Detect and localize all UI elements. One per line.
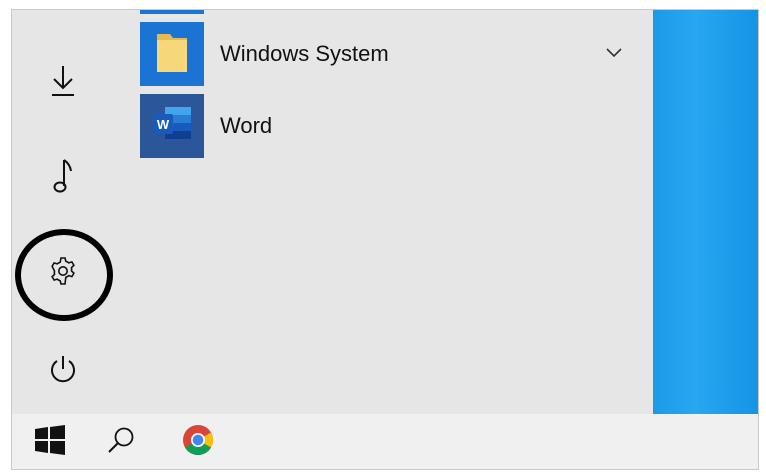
windows-system-tile	[140, 22, 204, 86]
app-item-word[interactable]: W Word	[140, 94, 640, 158]
taskbar	[12, 414, 758, 469]
power-icon	[48, 354, 78, 384]
app-item-windows-system[interactable]: Windows System	[140, 22, 640, 86]
power-button[interactable]	[32, 338, 94, 400]
expand-chevron-button[interactable]	[600, 40, 628, 68]
music-note-icon	[52, 158, 74, 194]
word-icon: W	[149, 104, 195, 149]
folder-icon	[154, 30, 190, 79]
previous-app-tile-edge	[140, 10, 204, 14]
chrome-icon	[182, 424, 214, 461]
search-icon	[106, 425, 136, 460]
gear-icon	[48, 256, 78, 286]
windows-logo-icon	[33, 424, 67, 461]
app-label: Windows System	[220, 41, 389, 66]
music-button[interactable]	[32, 145, 94, 207]
word-tile: W	[140, 94, 204, 158]
start-menu: Windows System W Word	[12, 10, 653, 414]
app-label: Word	[220, 113, 273, 138]
settings-button[interactable]	[32, 240, 94, 302]
chevron-down-icon	[606, 45, 622, 63]
svg-text:W: W	[157, 117, 170, 132]
chrome-button[interactable]	[168, 414, 228, 469]
desktop-background	[653, 10, 758, 414]
screenshot-frame: Windows System W Word	[11, 9, 759, 470]
search-button[interactable]	[91, 414, 151, 469]
download-arrow-icon	[50, 64, 76, 98]
start-button[interactable]	[20, 414, 80, 469]
downloads-button[interactable]	[32, 50, 94, 112]
